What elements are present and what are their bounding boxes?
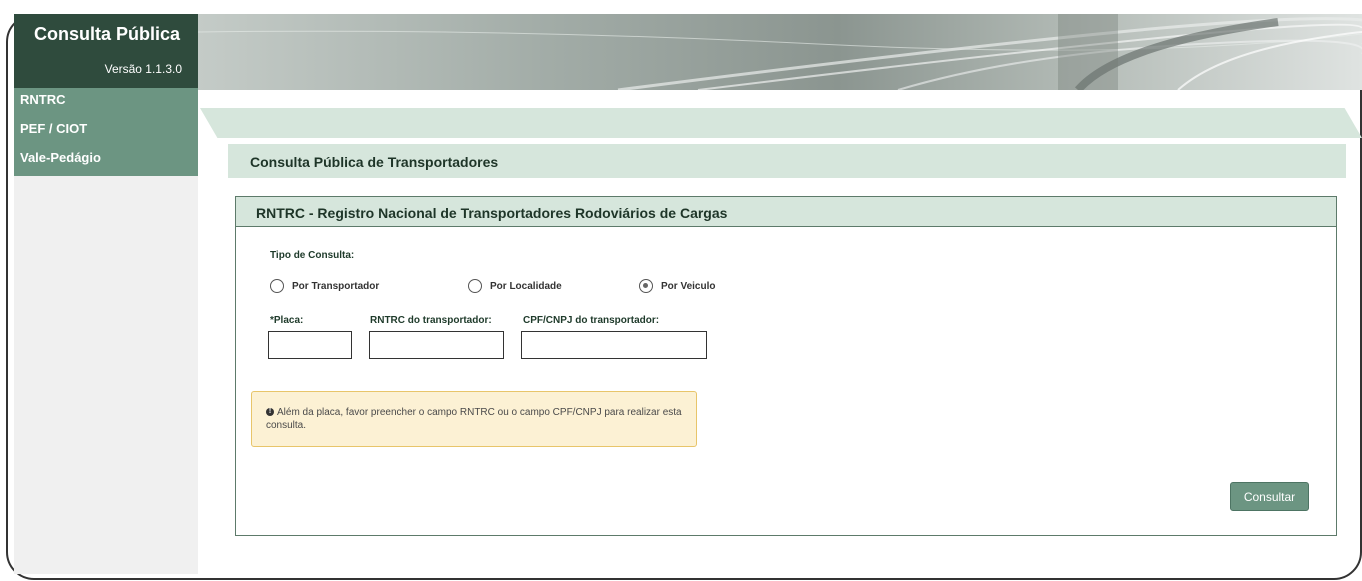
alert-warning: ! Além da placa, favor preencher o campo… bbox=[251, 391, 697, 447]
radio-por-veiculo[interactable]: Por Veiculo bbox=[639, 279, 715, 293]
rntrc-label: RNTRC do transportador: bbox=[370, 315, 492, 326]
radio-circle-icon bbox=[270, 279, 284, 293]
version-label: Versão 1.1.3.0 bbox=[104, 62, 182, 76]
cpf-cnpj-label: CPF/CNPJ do transportador: bbox=[523, 315, 660, 326]
section-header: Consulta Pública de Transportadores bbox=[228, 144, 1346, 178]
cpf-cnpj-input[interactable] bbox=[521, 331, 707, 359]
radio-label: Por Veiculo bbox=[661, 280, 716, 292]
consultar-button[interactable]: Consultar bbox=[1230, 482, 1309, 511]
sidebar-item-pef-ciot[interactable]: PEF / CIOT bbox=[14, 117, 198, 146]
app-title: Consulta Pública bbox=[34, 24, 181, 44]
rntrc-panel: RNTRC - Registro Nacional de Transportad… bbox=[235, 196, 1337, 536]
radio-circle-icon bbox=[468, 279, 482, 293]
sidebar-item-rntrc[interactable]: RNTRC bbox=[14, 88, 198, 117]
rntrc-input[interactable] bbox=[369, 331, 504, 359]
tipo-consulta-label: Tipo de Consulta: bbox=[270, 250, 355, 261]
placa-input[interactable] bbox=[268, 331, 352, 359]
highway-photo bbox=[198, 14, 1362, 90]
brand-block: Consulta Pública Versão 1.1.3.0 bbox=[14, 14, 198, 88]
tab-bar bbox=[200, 108, 1362, 138]
panel-title: RNTRC - Registro Nacional de Transportad… bbox=[256, 205, 728, 221]
placa-label: *Placa: bbox=[270, 315, 304, 326]
sidebar-nav: RNTRC PEF / CIOT Vale-Pedágio bbox=[14, 88, 198, 176]
sidebar: Consulta Pública Versão 1.1.3.0 RNTRC PE… bbox=[14, 14, 198, 574]
radio-label: Por Transportador bbox=[292, 280, 380, 292]
header-banner-image bbox=[198, 14, 1362, 90]
panel-header: RNTRC - Registro Nacional de Transportad… bbox=[236, 197, 1336, 227]
sidebar-item-vale-pedagio[interactable]: Vale-Pedágio bbox=[14, 146, 198, 175]
radio-por-transportador[interactable]: Por Transportador bbox=[270, 279, 379, 293]
radio-por-localidade[interactable]: Por Localidade bbox=[468, 279, 562, 293]
section-title: Consulta Pública de Transportadores bbox=[250, 154, 499, 170]
alert-text: Além da placa, favor preencher o campo R… bbox=[266, 407, 682, 431]
radio-checked-icon bbox=[639, 279, 653, 293]
radio-label: Por Localidade bbox=[490, 280, 562, 292]
